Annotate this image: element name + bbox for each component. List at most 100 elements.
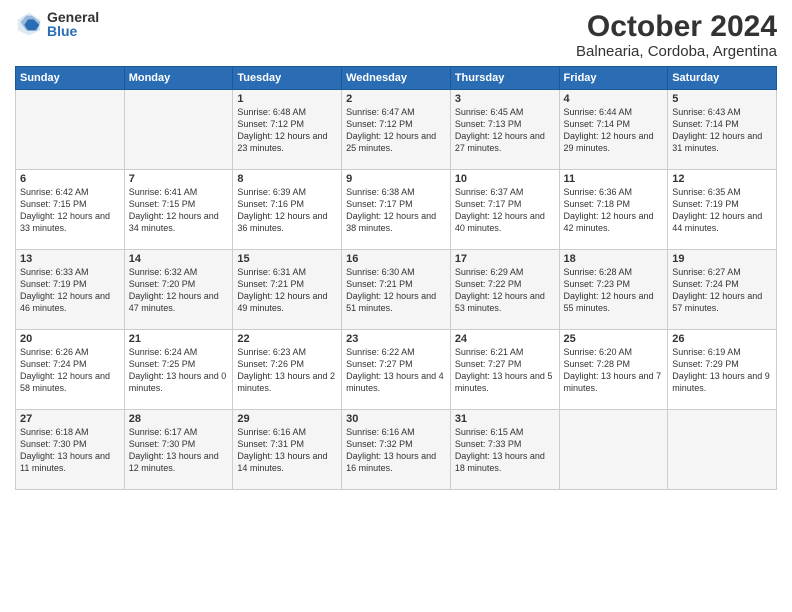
day-number: 3 xyxy=(455,93,555,105)
day-number: 23 xyxy=(346,333,446,345)
day-number: 16 xyxy=(346,253,446,265)
day-info: Sunrise: 6:30 AM Sunset: 7:21 PM Dayligh… xyxy=(346,266,446,315)
day-number: 6 xyxy=(20,173,120,185)
day-number: 30 xyxy=(346,413,446,425)
calendar-cell: 8Sunrise: 6:39 AM Sunset: 7:16 PM Daylig… xyxy=(233,170,342,250)
day-number: 18 xyxy=(564,253,664,265)
day-info: Sunrise: 6:32 AM Sunset: 7:20 PM Dayligh… xyxy=(129,266,229,315)
week-row-3: 13Sunrise: 6:33 AM Sunset: 7:19 PM Dayli… xyxy=(16,250,777,330)
calendar-table: SundayMondayTuesdayWednesdayThursdayFrid… xyxy=(15,66,777,490)
day-number: 26 xyxy=(672,333,772,345)
calendar-cell xyxy=(124,90,233,170)
calendar-subtitle: Balnearia, Cordoba, Argentina xyxy=(576,43,777,60)
calendar-cell: 20Sunrise: 6:26 AM Sunset: 7:24 PM Dayli… xyxy=(16,330,125,410)
day-number: 20 xyxy=(20,333,120,345)
week-row-5: 27Sunrise: 6:18 AM Sunset: 7:30 PM Dayli… xyxy=(16,410,777,490)
title-block: October 2024 Balnearia, Cordoba, Argenti… xyxy=(576,10,777,60)
calendar-cell: 10Sunrise: 6:37 AM Sunset: 7:17 PM Dayli… xyxy=(450,170,559,250)
day-info: Sunrise: 6:43 AM Sunset: 7:14 PM Dayligh… xyxy=(672,106,772,155)
calendar-cell xyxy=(559,410,668,490)
day-info: Sunrise: 6:29 AM Sunset: 7:22 PM Dayligh… xyxy=(455,266,555,315)
calendar-cell: 22Sunrise: 6:23 AM Sunset: 7:26 PM Dayli… xyxy=(233,330,342,410)
day-number: 12 xyxy=(672,173,772,185)
day-info: Sunrise: 6:48 AM Sunset: 7:12 PM Dayligh… xyxy=(237,106,337,155)
calendar-title: October 2024 xyxy=(576,10,777,43)
day-number: 8 xyxy=(237,173,337,185)
day-info: Sunrise: 6:18 AM Sunset: 7:30 PM Dayligh… xyxy=(20,426,120,475)
day-info: Sunrise: 6:22 AM Sunset: 7:27 PM Dayligh… xyxy=(346,346,446,395)
week-row-1: 1Sunrise: 6:48 AM Sunset: 7:12 PM Daylig… xyxy=(16,90,777,170)
logo-text: General Blue xyxy=(47,10,99,38)
calendar-cell: 1Sunrise: 6:48 AM Sunset: 7:12 PM Daylig… xyxy=(233,90,342,170)
day-number: 29 xyxy=(237,413,337,425)
day-number: 2 xyxy=(346,93,446,105)
header-day-thursday: Thursday xyxy=(450,67,559,90)
day-number: 17 xyxy=(455,253,555,265)
day-info: Sunrise: 6:36 AM Sunset: 7:18 PM Dayligh… xyxy=(564,186,664,235)
header-day-tuesday: Tuesday xyxy=(233,67,342,90)
day-info: Sunrise: 6:26 AM Sunset: 7:24 PM Dayligh… xyxy=(20,346,120,395)
header: General Blue October 2024 Balnearia, Cor… xyxy=(15,10,777,60)
week-row-4: 20Sunrise: 6:26 AM Sunset: 7:24 PM Dayli… xyxy=(16,330,777,410)
header-day-friday: Friday xyxy=(559,67,668,90)
day-info: Sunrise: 6:47 AM Sunset: 7:12 PM Dayligh… xyxy=(346,106,446,155)
header-row: SundayMondayTuesdayWednesdayThursdayFrid… xyxy=(16,67,777,90)
day-info: Sunrise: 6:23 AM Sunset: 7:26 PM Dayligh… xyxy=(237,346,337,395)
calendar-cell: 7Sunrise: 6:41 AM Sunset: 7:15 PM Daylig… xyxy=(124,170,233,250)
calendar-cell: 21Sunrise: 6:24 AM Sunset: 7:25 PM Dayli… xyxy=(124,330,233,410)
calendar-cell: 5Sunrise: 6:43 AM Sunset: 7:14 PM Daylig… xyxy=(668,90,777,170)
day-number: 25 xyxy=(564,333,664,345)
logo-blue: Blue xyxy=(47,24,99,38)
calendar-cell: 18Sunrise: 6:28 AM Sunset: 7:23 PM Dayli… xyxy=(559,250,668,330)
calendar-body: 1Sunrise: 6:48 AM Sunset: 7:12 PM Daylig… xyxy=(16,90,777,490)
calendar-cell: 27Sunrise: 6:18 AM Sunset: 7:30 PM Dayli… xyxy=(16,410,125,490)
day-info: Sunrise: 6:31 AM Sunset: 7:21 PM Dayligh… xyxy=(237,266,337,315)
calendar-cell: 25Sunrise: 6:20 AM Sunset: 7:28 PM Dayli… xyxy=(559,330,668,410)
day-number: 11 xyxy=(564,173,664,185)
calendar-cell: 24Sunrise: 6:21 AM Sunset: 7:27 PM Dayli… xyxy=(450,330,559,410)
calendar-cell: 11Sunrise: 6:36 AM Sunset: 7:18 PM Dayli… xyxy=(559,170,668,250)
day-number: 7 xyxy=(129,173,229,185)
calendar-cell: 17Sunrise: 6:29 AM Sunset: 7:22 PM Dayli… xyxy=(450,250,559,330)
day-number: 21 xyxy=(129,333,229,345)
day-info: Sunrise: 6:19 AM Sunset: 7:29 PM Dayligh… xyxy=(672,346,772,395)
day-info: Sunrise: 6:33 AM Sunset: 7:19 PM Dayligh… xyxy=(20,266,120,315)
day-info: Sunrise: 6:15 AM Sunset: 7:33 PM Dayligh… xyxy=(455,426,555,475)
header-day-wednesday: Wednesday xyxy=(342,67,451,90)
day-number: 14 xyxy=(129,253,229,265)
calendar-cell: 4Sunrise: 6:44 AM Sunset: 7:14 PM Daylig… xyxy=(559,90,668,170)
calendar-cell: 13Sunrise: 6:33 AM Sunset: 7:19 PM Dayli… xyxy=(16,250,125,330)
day-info: Sunrise: 6:35 AM Sunset: 7:19 PM Dayligh… xyxy=(672,186,772,235)
day-number: 31 xyxy=(455,413,555,425)
day-number: 10 xyxy=(455,173,555,185)
calendar-cell: 16Sunrise: 6:30 AM Sunset: 7:21 PM Dayli… xyxy=(342,250,451,330)
day-number: 24 xyxy=(455,333,555,345)
calendar-cell: 6Sunrise: 6:42 AM Sunset: 7:15 PM Daylig… xyxy=(16,170,125,250)
week-row-2: 6Sunrise: 6:42 AM Sunset: 7:15 PM Daylig… xyxy=(16,170,777,250)
day-number: 19 xyxy=(672,253,772,265)
calendar-cell: 26Sunrise: 6:19 AM Sunset: 7:29 PM Dayli… xyxy=(668,330,777,410)
day-info: Sunrise: 6:38 AM Sunset: 7:17 PM Dayligh… xyxy=(346,186,446,235)
calendar-cell: 31Sunrise: 6:15 AM Sunset: 7:33 PM Dayli… xyxy=(450,410,559,490)
calendar-cell: 12Sunrise: 6:35 AM Sunset: 7:19 PM Dayli… xyxy=(668,170,777,250)
logo: General Blue xyxy=(15,10,99,38)
day-info: Sunrise: 6:42 AM Sunset: 7:15 PM Dayligh… xyxy=(20,186,120,235)
day-number: 27 xyxy=(20,413,120,425)
header-day-sunday: Sunday xyxy=(16,67,125,90)
day-info: Sunrise: 6:37 AM Sunset: 7:17 PM Dayligh… xyxy=(455,186,555,235)
logo-icon xyxy=(15,10,43,38)
calendar-cell: 29Sunrise: 6:16 AM Sunset: 7:31 PM Dayli… xyxy=(233,410,342,490)
calendar-cell: 3Sunrise: 6:45 AM Sunset: 7:13 PM Daylig… xyxy=(450,90,559,170)
calendar-header: SundayMondayTuesdayWednesdayThursdayFrid… xyxy=(16,67,777,90)
calendar-cell: 2Sunrise: 6:47 AM Sunset: 7:12 PM Daylig… xyxy=(342,90,451,170)
day-info: Sunrise: 6:39 AM Sunset: 7:16 PM Dayligh… xyxy=(237,186,337,235)
calendar-cell: 9Sunrise: 6:38 AM Sunset: 7:17 PM Daylig… xyxy=(342,170,451,250)
header-day-saturday: Saturday xyxy=(668,67,777,90)
day-info: Sunrise: 6:16 AM Sunset: 7:32 PM Dayligh… xyxy=(346,426,446,475)
day-info: Sunrise: 6:45 AM Sunset: 7:13 PM Dayligh… xyxy=(455,106,555,155)
calendar-cell: 15Sunrise: 6:31 AM Sunset: 7:21 PM Dayli… xyxy=(233,250,342,330)
day-info: Sunrise: 6:27 AM Sunset: 7:24 PM Dayligh… xyxy=(672,266,772,315)
day-number: 4 xyxy=(564,93,664,105)
header-day-monday: Monday xyxy=(124,67,233,90)
day-number: 28 xyxy=(129,413,229,425)
